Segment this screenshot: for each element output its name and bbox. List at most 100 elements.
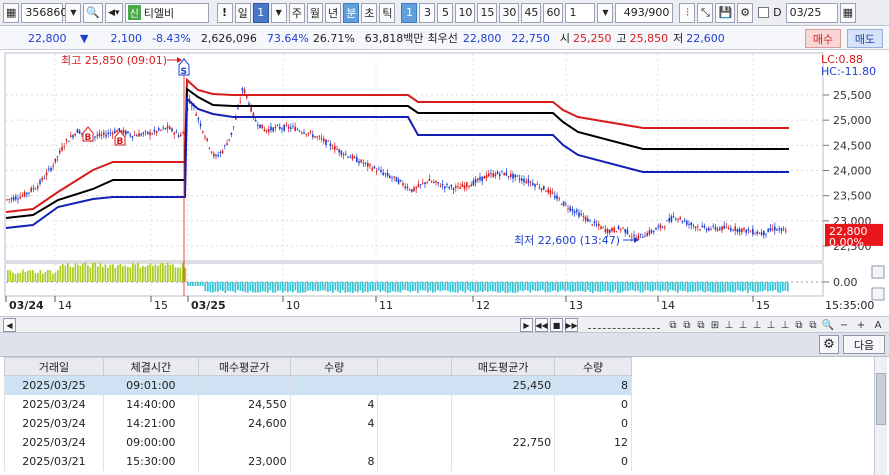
col-blank	[377, 357, 453, 376]
candle-body	[213, 153, 215, 157]
tool4-icon[interactable]: ⊥	[751, 318, 763, 332]
play-button[interactable]: ▶▶	[565, 318, 578, 332]
period-week[interactable]: 주	[288, 2, 305, 23]
sub-bar-down	[459, 282, 462, 291]
compare-icon[interactable]: ⤡	[697, 2, 714, 23]
minute-3[interactable]: 3	[419, 2, 436, 23]
table-row[interactable]: 2025/03/24 09:00:00 22,750 12	[4, 432, 632, 452]
minute-1[interactable]: 1	[401, 2, 418, 23]
sell-button[interactable]: 매도	[847, 29, 883, 48]
table-row[interactable]: 2025/03/24 14:40:00 24,550 4 0	[4, 394, 632, 414]
tool3-icon[interactable]: ⊥	[737, 318, 749, 332]
sub-bar-down	[724, 282, 727, 293]
zoom-icon[interactable]: 🔍	[822, 318, 834, 332]
sub-panel-close-icon[interactable]	[871, 287, 885, 301]
tool5-icon[interactable]: ⊥	[765, 318, 777, 332]
minute-15[interactable]: 15	[477, 2, 498, 23]
gear-icon[interactable]: ⚙	[819, 335, 839, 354]
layout-icon[interactable]: ⧉	[667, 318, 679, 332]
tool8-icon[interactable]: ⧉	[807, 318, 819, 332]
period-month[interactable]: 월	[306, 2, 323, 23]
sub-bar-down	[692, 282, 694, 292]
sub-bar-up	[124, 265, 127, 282]
trade-history-table: 거래일 체결시간 매수평균가 수량 매도평균가 수량 2025/03/25 09:…	[4, 357, 632, 471]
candle-body	[428, 178, 431, 181]
stock-name-box[interactable]: 신 티엘비	[124, 2, 209, 23]
col-trade-date[interactable]: 거래일	[4, 357, 104, 376]
bar-count[interactable]: 493/900	[615, 2, 674, 23]
zoom-in-icon[interactable]: +	[855, 318, 867, 332]
candle-icon[interactable]: ⫶	[679, 2, 696, 23]
col-sell-avg[interactable]: 매도평균가	[451, 357, 556, 376]
sub-bar-down	[709, 282, 712, 292]
table-row[interactable]: 2025/03/24 14:21:00 24,600 4 0	[4, 413, 632, 433]
minute-45[interactable]: 45	[521, 2, 542, 23]
chart-svg[interactable]: 최고 25,850 (09:01) 최저 22,600 (13:47) B B S 25…	[3, 52, 887, 316]
zoom-slider[interactable]	[588, 321, 660, 329]
period-day[interactable]: 일	[234, 2, 251, 23]
col-exec-time[interactable]: 체결시간	[102, 357, 199, 376]
period-tick[interactable]: 틱	[379, 2, 396, 23]
candle-body	[628, 235, 631, 237]
tool-icon[interactable]: ⊞	[709, 318, 721, 332]
sub-panel-toggle-icon[interactable]	[871, 265, 885, 279]
minute-60[interactable]: 60	[543, 2, 564, 23]
sub-bar-down	[567, 282, 569, 291]
grid-icon[interactable]: ▦	[3, 2, 20, 23]
minute-30[interactable]: 30	[499, 2, 520, 23]
zoom-out-icon[interactable]: −	[838, 318, 850, 332]
search-icon[interactable]: 🔍	[83, 2, 104, 23]
table-row[interactable]: 2025/03/25 09:01:00 25,450 8	[4, 375, 632, 395]
scroll-left-button[interactable]: ◀	[3, 318, 16, 332]
candle-body	[290, 127, 292, 129]
layout2-icon[interactable]: ⧉	[681, 318, 693, 332]
next-button[interactable]: 다음	[843, 335, 885, 354]
candle-body	[142, 132, 145, 135]
sub-bar-up	[32, 270, 34, 282]
layout3-icon[interactable]: ⧉	[695, 318, 707, 332]
candle-body	[492, 173, 494, 177]
minute-10[interactable]: 10	[455, 2, 476, 23]
period-year[interactable]: 년	[324, 2, 342, 23]
candle-body	[778, 228, 780, 230]
buy-button[interactable]: 매수	[805, 29, 841, 48]
minute-5[interactable]: 5	[437, 2, 454, 23]
tool2-icon[interactable]: ⊥	[723, 318, 735, 332]
date-input[interactable]: 03/25	[785, 2, 838, 23]
period-day-count[interactable]: 1	[252, 2, 269, 23]
table-row[interactable]: 2025/03/21 15:30:00 23,000 8 0	[4, 451, 632, 471]
date-checkbox[interactable]	[758, 7, 770, 18]
rewind-button[interactable]: ◀◀	[535, 318, 548, 332]
best-quote-label: 최우선	[427, 32, 458, 45]
tool6-icon[interactable]: ⊥	[779, 318, 791, 332]
col-buy-qty[interactable]: 수량	[289, 357, 379, 376]
col-sell-qty[interactable]: 수량	[554, 357, 632, 376]
sub-bar-down	[412, 282, 414, 292]
table-scrollbar[interactable]	[874, 357, 887, 475]
speaker-icon[interactable]: ◀▾	[105, 2, 123, 23]
sub-bar-down	[287, 282, 289, 293]
sub-bar-down	[509, 282, 512, 292]
col-buy-avg[interactable]: 매수평균가	[197, 357, 291, 376]
price-chart[interactable]: 최고 25,850 (09:01) 최저 22,600 (13:47) B B S 25…	[3, 52, 887, 318]
dropdown-icon[interactable]: ▼	[65, 2, 82, 23]
candle-body	[56, 156, 59, 158]
period-second[interactable]: 초	[361, 2, 378, 23]
alert-button[interactable]: !	[216, 2, 233, 23]
candle-body	[151, 133, 153, 135]
font-size-icon[interactable]: A	[872, 318, 884, 332]
calendar-icon[interactable]: ▦	[839, 2, 857, 23]
save-icon[interactable]: 💾	[715, 2, 736, 23]
settings-icon[interactable]: ⚙	[737, 2, 754, 23]
custom-period-input[interactable]: 1	[565, 2, 596, 23]
stock-code-input[interactable]: 356860	[21, 2, 67, 23]
sub-bar-down	[499, 282, 502, 293]
tool7-icon[interactable]: ⧉	[793, 318, 805, 332]
period-minute[interactable]: 분	[343, 2, 360, 23]
candle-body	[543, 185, 545, 190]
scroll-right-button[interactable]: ▶	[520, 318, 533, 332]
dropdown-icon[interactable]: ▼	[270, 2, 287, 23]
table-scroll-thumb[interactable]	[876, 373, 886, 425]
stop-button[interactable]: ■	[550, 318, 563, 332]
dropdown-icon[interactable]: ▼	[597, 2, 614, 23]
